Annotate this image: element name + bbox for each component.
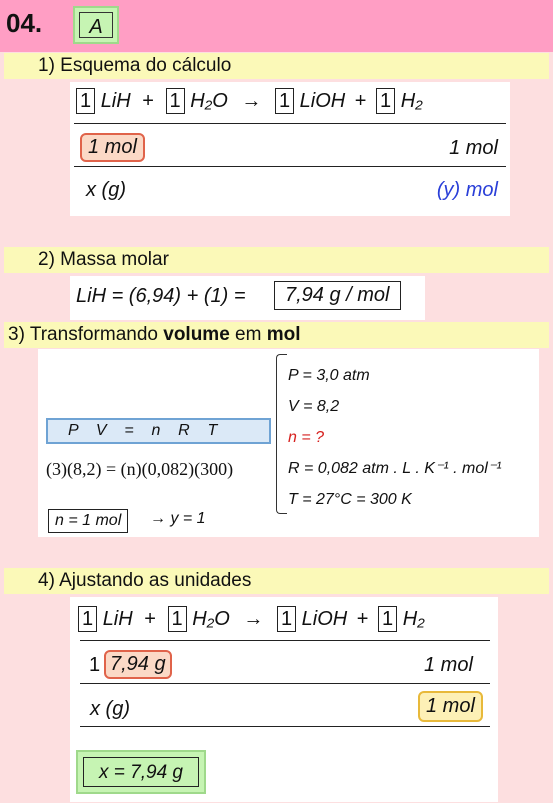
step3-title-mid: em: [229, 324, 267, 345]
coef-box: 1: [76, 88, 96, 114]
step1-equation: 1 LiH + 1 H₂O → 1 LiOH + 1 H₂: [76, 88, 423, 114]
step4-row2-right: 1 mol: [418, 691, 483, 722]
reaction-arrow: →: [243, 608, 264, 630]
divider: [80, 726, 490, 727]
step1-row2-left: x (g): [86, 179, 126, 201]
species-h2o: H₂O: [190, 90, 228, 112]
givens-brace: [276, 354, 287, 514]
step1-row1-left: 1 mol: [80, 133, 145, 162]
plus-sign: +: [142, 90, 154, 112]
species-lioh: LiOH: [299, 90, 346, 112]
plus-sign: +: [354, 90, 367, 112]
givens-list: P = 3,0 atm V = 8,2 n = ? R = 0,082 atm …: [288, 360, 502, 515]
species-h2: H₂: [400, 90, 423, 112]
step3-title: 3) Transformando volume em mol: [4, 322, 549, 348]
divider: [80, 683, 490, 684]
given-gas-constant: R = 0,082 atm . L . K⁻¹ . mol⁻¹: [288, 460, 502, 477]
step4-equation: 1 LiH + 1 H₂O → 1 LiOH + 1 H₂: [78, 606, 425, 632]
coef-box: 1: [274, 88, 295, 114]
step1-row1-right: 1 mol: [449, 137, 498, 159]
reaction-arrow: →: [241, 90, 262, 112]
substitution: (3)(8,2) = (n)(0,082)(300): [46, 459, 234, 479]
species-lih: LiH: [102, 608, 133, 630]
question-number: 04.: [6, 8, 43, 38]
divider: [74, 123, 506, 124]
step1-title: 1) Esquema do cálculo: [4, 53, 549, 79]
molar-mass-formula: LiH = (6,94) + (1) =: [76, 285, 246, 307]
coef-box: 1: [378, 606, 398, 632]
species-h2o: H₂O: [192, 608, 230, 630]
step3-title-mol: mol: [266, 324, 301, 345]
moles-result-tail: → y = 1: [150, 510, 206, 527]
divider: [80, 640, 490, 641]
species-h2: H₂: [402, 608, 425, 630]
final-answer: x = 7,94 g: [83, 757, 199, 787]
species-lioh: LiOH: [301, 608, 348, 630]
plus-sign: +: [144, 608, 156, 630]
given-temperature: T = 27°C = 300 K: [288, 491, 412, 508]
divider: [74, 166, 506, 167]
ideal-gas-equation: P V = n R T: [46, 418, 271, 444]
step4-row1-right: 1 mol: [424, 654, 473, 676]
coef-box: 1: [167, 606, 187, 632]
coef-box: 1: [78, 606, 98, 632]
step2-title: 2) Massa molar: [4, 247, 549, 273]
given-pressure: P = 3,0 atm: [288, 367, 370, 384]
step4-row2-left: x (g): [90, 698, 130, 720]
species-lih: LiH: [100, 90, 131, 112]
given-volume: V = 8,2: [288, 398, 340, 415]
plus-sign: +: [356, 608, 369, 630]
step1-row2-right: (y) mol: [436, 179, 498, 201]
moles-result: n = 1 mol: [48, 509, 129, 533]
answer-letter: A: [79, 12, 113, 38]
step4-title: 4) Ajustando as unidades: [4, 568, 549, 594]
coef-box: 1: [165, 88, 185, 114]
step4-row1-coef: 1: [89, 654, 101, 676]
step4-row1-left: 7,94 g: [104, 650, 172, 679]
answer-badge: A: [73, 6, 119, 44]
molar-mass-result: 7,94 g / mol: [274, 281, 401, 310]
coef-box: 1: [276, 606, 297, 632]
given-moles: n = ?: [288, 429, 325, 446]
step3-title-prefix: 3) Transformando: [8, 324, 164, 345]
coef-box: 1: [376, 88, 396, 114]
final-answer-box: x = 7,94 g: [76, 750, 206, 794]
step3-title-volume: volume: [163, 324, 230, 345]
